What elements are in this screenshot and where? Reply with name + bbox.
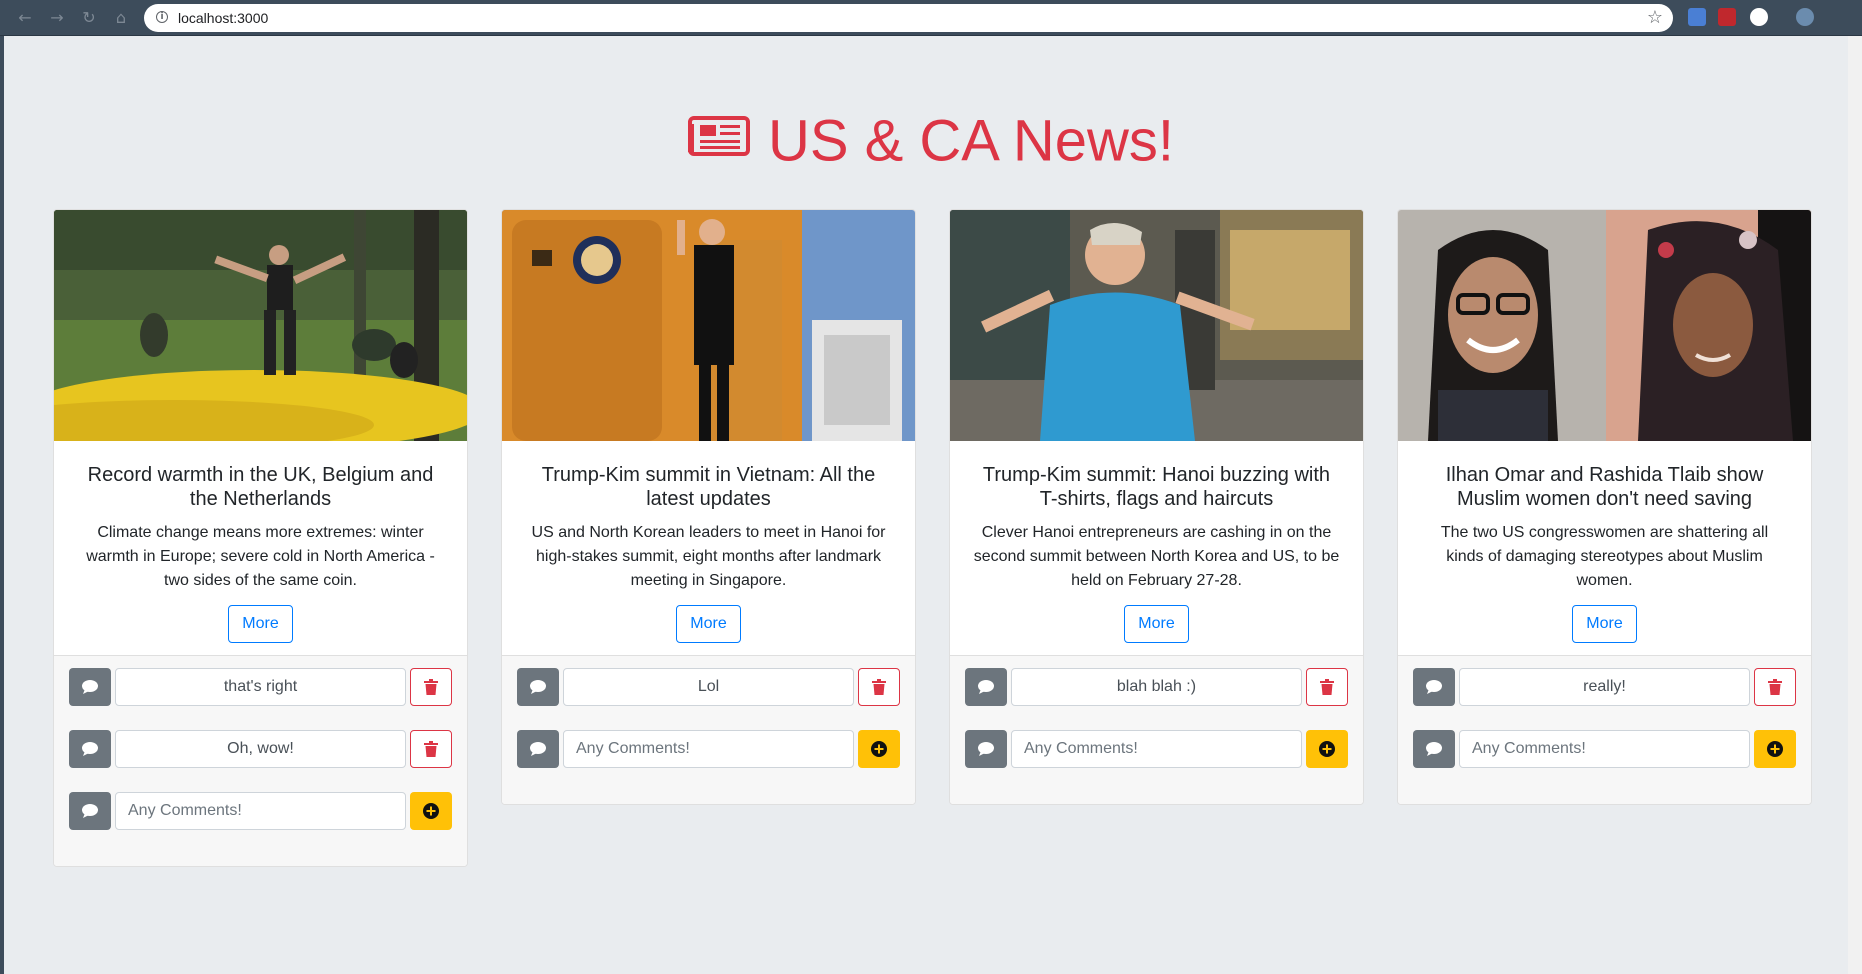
add-comment-button[interactable] (410, 792, 452, 830)
comment-icon (978, 742, 994, 756)
page-title-text: US & CA News! (767, 108, 1175, 174)
page-title: US & CA News! (0, 106, 1862, 174)
comment-button[interactable] (1413, 730, 1455, 768)
comment-row: Oh, wow! (69, 730, 452, 768)
comment-icon (978, 680, 994, 694)
add-comment-button[interactable] (1754, 730, 1796, 768)
comment-button[interactable] (517, 668, 559, 706)
comment-text[interactable]: Oh, wow! (115, 730, 406, 768)
news-card: Record warmth in the UK, Belgium and the… (53, 209, 468, 867)
add-comment-button[interactable] (1306, 730, 1348, 768)
card-title: Ilhan Omar and Rashida Tlaib show Muslim… (1445, 464, 1764, 510)
trash-icon (1768, 679, 1782, 695)
news-image (502, 210, 915, 441)
comment-icon (530, 680, 546, 694)
comments-section: that's right Oh, wow! Any Comments! (54, 655, 467, 866)
comment-button[interactable] (69, 668, 111, 706)
plus-circle-icon (1319, 741, 1335, 757)
more-button[interactable]: More (1572, 605, 1637, 643)
comment-row: blah blah :) (965, 668, 1348, 706)
comments-section: Lol Any Comments! (502, 655, 915, 804)
comment-row: that's right (69, 668, 452, 706)
info-icon[interactable]: i (156, 11, 168, 23)
news-image (1398, 210, 1811, 441)
more-button[interactable]: More (1124, 605, 1189, 643)
scrollbar[interactable] (1848, 36, 1862, 974)
delete-button[interactable] (1754, 668, 1796, 706)
new-comment-input[interactable]: Any Comments! (1011, 730, 1302, 768)
new-comment-row: Any Comments! (1413, 730, 1796, 768)
comment-text[interactable]: that's right (115, 668, 406, 706)
delete-button[interactable] (410, 668, 452, 706)
plus-circle-icon (871, 741, 887, 757)
card-title: Record warmth in the UK, Belgium and the… (87, 464, 434, 510)
card-title: Trump-Kim summit in Vietnam: All the lat… (541, 464, 876, 510)
comment-text[interactable]: really! (1459, 668, 1750, 706)
new-comment-input[interactable]: Any Comments! (115, 792, 406, 830)
delete-button[interactable] (1306, 668, 1348, 706)
newspaper-icon (687, 115, 750, 156)
comment-row: really! (1413, 668, 1796, 706)
comment-icon (530, 742, 546, 756)
comment-button[interactable] (965, 668, 1007, 706)
new-comment-input[interactable]: Any Comments! (1459, 730, 1750, 768)
browser-toolbar: ← → ↻ ⌂ i localhost:3000 ☆ (0, 0, 1862, 36)
delete-button[interactable] (410, 730, 452, 768)
comment-button[interactable] (1413, 668, 1455, 706)
news-image (950, 210, 1363, 441)
card-text: Clever Hanoi entrepreneurs are cashing i… (973, 524, 1340, 589)
comment-icon (82, 742, 98, 756)
comment-button[interactable] (69, 730, 111, 768)
url-text[interactable]: localhost:3000 (178, 10, 268, 26)
reload-icon[interactable]: ↻ (78, 7, 100, 29)
news-image (54, 210, 467, 441)
bookmark-star-icon[interactable]: ☆ (1647, 7, 1663, 28)
comment-icon (1426, 742, 1442, 756)
add-comment-button[interactable] (858, 730, 900, 768)
address-bar[interactable]: i localhost:3000 ☆ (144, 4, 1673, 32)
plus-circle-icon (423, 803, 439, 819)
news-card: Trump-Kim summit in Vietnam: All the lat… (501, 209, 916, 805)
trash-icon (424, 679, 438, 695)
comment-text[interactable]: Lol (563, 668, 854, 706)
profile-avatar[interactable] (1796, 8, 1814, 26)
comment-icon (82, 804, 98, 818)
new-comment-row: Any Comments! (517, 730, 900, 768)
comments-section: blah blah :) Any Comments! (950, 655, 1363, 804)
comment-button[interactable] (517, 730, 559, 768)
card-title: Trump-Kim summit: Hanoi buzzing with T-s… (982, 464, 1331, 510)
trash-icon (872, 679, 886, 695)
comments-section: really! Any Comments! (1398, 655, 1811, 804)
trash-icon (1320, 679, 1334, 695)
news-card: Ilhan Omar and Rashida Tlaib show Muslim… (1397, 209, 1812, 805)
new-comment-row: Any Comments! (69, 792, 452, 830)
forward-icon[interactable]: → (46, 7, 68, 29)
more-button[interactable]: More (676, 605, 741, 643)
card-text: Climate change means more extremes: wint… (86, 524, 435, 589)
extension-icon[interactable] (1750, 8, 1768, 26)
window-edge (0, 36, 4, 974)
comment-icon (1426, 680, 1442, 694)
new-comment-input[interactable]: Any Comments! (563, 730, 854, 768)
home-icon[interactable]: ⌂ (110, 7, 132, 29)
delete-button[interactable] (858, 668, 900, 706)
more-button[interactable]: More (228, 605, 293, 643)
new-comment-row: Any Comments! (965, 730, 1348, 768)
back-icon[interactable]: ← (14, 7, 36, 29)
comment-row: Lol (517, 668, 900, 706)
card-text: The two US congresswomen are shattering … (1440, 524, 1769, 589)
trash-icon (424, 741, 438, 757)
comment-text[interactable]: blah blah :) (1011, 668, 1302, 706)
pdf-extension-icon[interactable] (1718, 8, 1736, 26)
comment-button[interactable] (965, 730, 1007, 768)
card-text: US and North Korean leaders to meet in H… (531, 524, 886, 589)
news-card: Trump-Kim summit: Hanoi buzzing with T-s… (949, 209, 1364, 805)
comment-button[interactable] (69, 792, 111, 830)
translate-extension-icon[interactable] (1688, 8, 1706, 26)
plus-circle-icon (1767, 741, 1783, 757)
comment-icon (82, 680, 98, 694)
